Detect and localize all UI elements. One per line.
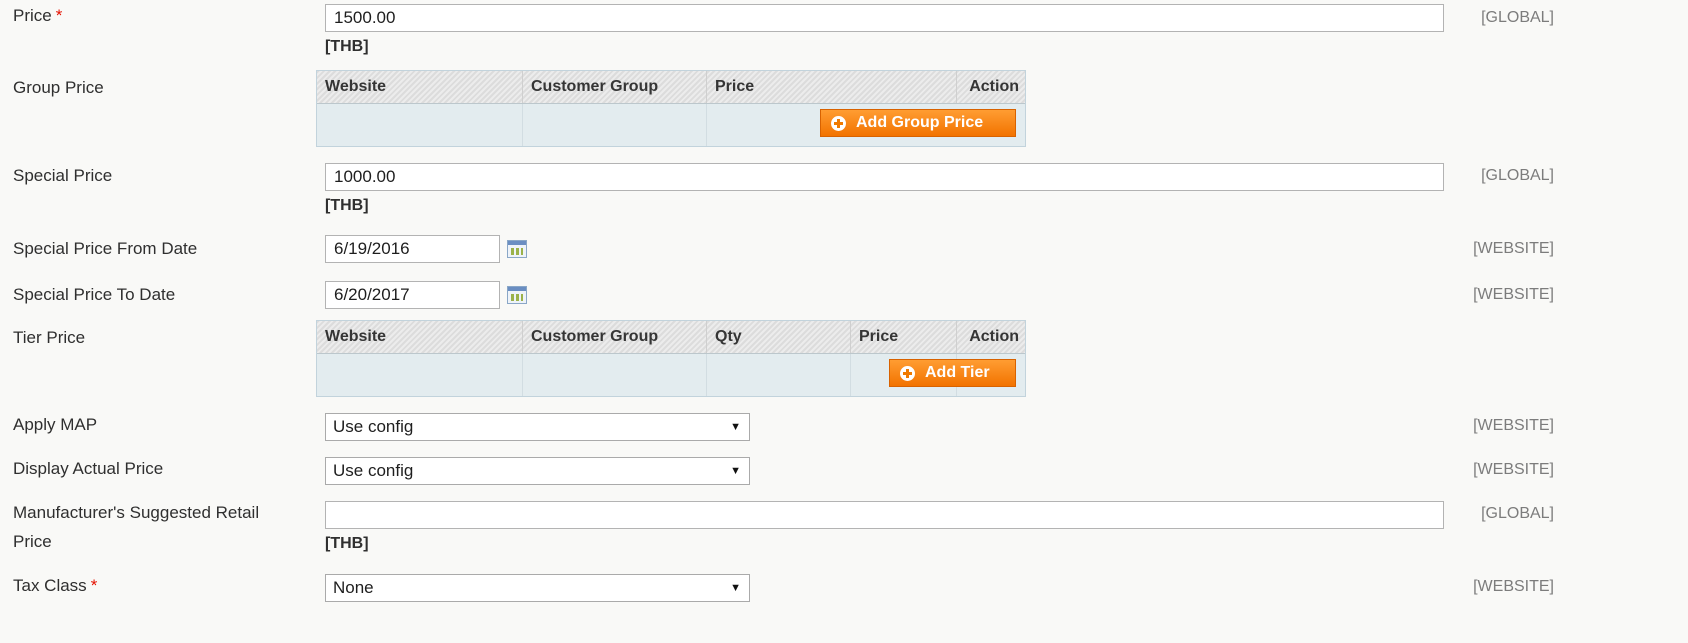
special-price-scope: [GLOBAL] bbox=[1481, 167, 1554, 184]
special-price-currency: [THB] bbox=[325, 197, 369, 214]
column-header-customer-group: Customer Group bbox=[523, 71, 707, 103]
plus-circle-icon bbox=[831, 115, 846, 131]
column-header-action: Action bbox=[969, 328, 1019, 345]
special-to-date-input[interactable] bbox=[325, 281, 500, 309]
column-header-qty: Qty bbox=[707, 321, 851, 353]
display-actual-price-select[interactable]: Use config ▼ bbox=[325, 457, 750, 485]
tax-class-scope: [WEBSITE] bbox=[1473, 578, 1554, 595]
required-asterisk: * bbox=[90, 576, 98, 595]
special-price-input[interactable] bbox=[325, 163, 1444, 191]
special-from-date-input[interactable] bbox=[325, 235, 500, 263]
apply-map-selected: Use config bbox=[333, 417, 414, 436]
special-from-date-scope: [WEBSITE] bbox=[1473, 240, 1554, 257]
msrp-scope: [GLOBAL] bbox=[1481, 505, 1554, 522]
add-group-price-button[interactable]: Add Group Price bbox=[820, 109, 1016, 137]
group-price-grid-header: Website Customer Group Price Action bbox=[317, 71, 1025, 104]
calendar-icon[interactable] bbox=[507, 240, 527, 258]
price-scope: [GLOBAL] bbox=[1481, 9, 1554, 26]
required-asterisk: * bbox=[55, 6, 63, 25]
display-actual-price-scope: [WEBSITE] bbox=[1473, 461, 1554, 478]
add-group-price-button-label: Add Group Price bbox=[856, 114, 984, 131]
column-header-price: Price bbox=[851, 321, 957, 353]
column-header-website: Website bbox=[317, 71, 523, 103]
special-price-label: Special Price bbox=[13, 166, 113, 185]
price-label: Price * bbox=[13, 6, 63, 25]
tier-price-label: Tier Price bbox=[13, 328, 86, 347]
group-price-label: Group Price bbox=[13, 78, 104, 97]
msrp-label-line2: Price bbox=[13, 532, 52, 551]
apply-map-label: Apply MAP bbox=[13, 415, 98, 434]
price-currency: [THB] bbox=[325, 38, 369, 55]
display-actual-price-label: Display Actual Price bbox=[13, 459, 164, 478]
add-tier-button[interactable]: Add Tier bbox=[889, 359, 1016, 387]
special-to-date-scope: [WEBSITE] bbox=[1473, 286, 1554, 303]
tier-price-grid-header: Website Customer Group Qty Price Action bbox=[317, 321, 1025, 354]
column-header-action: Action bbox=[969, 78, 1019, 95]
tax-class-label: Tax Class * bbox=[13, 576, 98, 595]
msrp-currency: [THB] bbox=[325, 535, 369, 552]
msrp-input[interactable] bbox=[325, 501, 1444, 529]
dropdown-arrow-icon: ▼ bbox=[730, 582, 741, 594]
msrp-label-line1: Manufacturer's Suggested Retail bbox=[13, 503, 260, 522]
price-input[interactable] bbox=[325, 4, 1444, 32]
dropdown-arrow-icon: ▼ bbox=[730, 421, 741, 433]
calendar-icon[interactable] bbox=[507, 286, 527, 304]
apply-map-select[interactable]: Use config ▼ bbox=[325, 413, 750, 441]
dropdown-arrow-icon: ▼ bbox=[730, 465, 741, 477]
special-from-date-label: Special Price From Date bbox=[13, 239, 198, 258]
tax-class-selected: None bbox=[333, 578, 374, 597]
column-header-price: Price bbox=[707, 71, 957, 103]
plus-circle-icon bbox=[900, 365, 915, 381]
display-actual-price-selected: Use config bbox=[333, 461, 414, 480]
special-to-date-label: Special Price To Date bbox=[13, 285, 176, 304]
column-header-customer-group: Customer Group bbox=[523, 321, 707, 353]
column-header-website: Website bbox=[317, 321, 523, 353]
tax-class-select[interactable]: None ▼ bbox=[325, 574, 750, 602]
add-tier-button-label: Add Tier bbox=[925, 364, 990, 381]
apply-map-scope: [WEBSITE] bbox=[1473, 417, 1554, 434]
